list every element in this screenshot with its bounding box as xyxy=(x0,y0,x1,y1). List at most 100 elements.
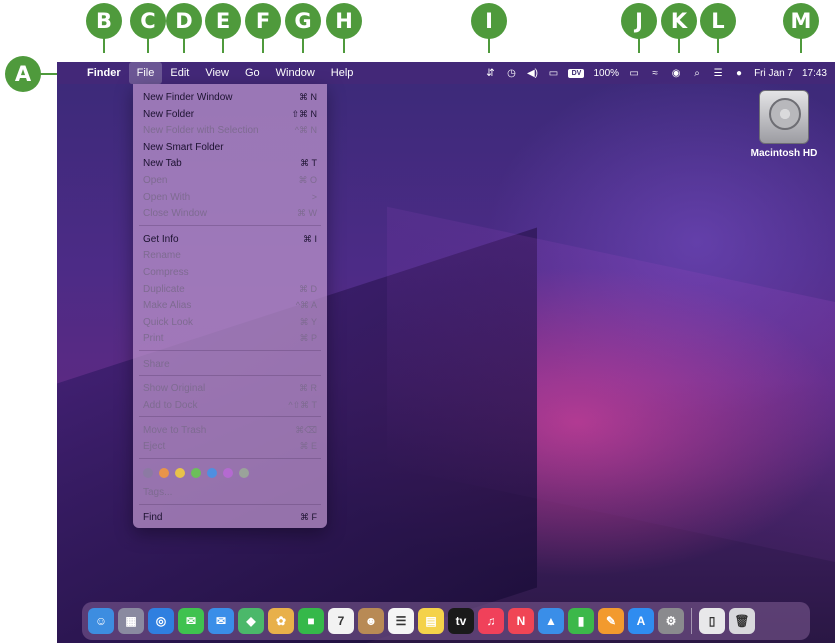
menu-item-eject: Eject ⌘ E xyxy=(143,440,317,452)
menubar-date[interactable]: Fri Jan 7 xyxy=(754,68,793,79)
calendar-app-icon[interactable]: 7 xyxy=(328,608,354,634)
menu-item-open-with: Open With > xyxy=(143,191,317,203)
menu-item-open: Open ⌘ O xyxy=(143,174,317,186)
menu-item-get-info[interactable]: Get Info ⌘ I xyxy=(143,231,317,247)
user-icon[interactable]: ◉ xyxy=(670,68,682,79)
hard-drive-icon xyxy=(759,90,809,144)
tag-color-dots xyxy=(143,468,249,478)
callout-k: K xyxy=(661,3,697,53)
system-preferences-app-icon[interactable]: ⚙ xyxy=(658,608,684,634)
display-icon[interactable]: ▭ xyxy=(547,68,559,79)
desktop-screen: Finder File Edit View Go Window Help ⇵ ◷… xyxy=(57,62,835,643)
menu-item-new-folder-with-selection: New Folder with Selection ^⌘ N xyxy=(143,124,317,136)
menu-item-share: Share xyxy=(143,358,170,370)
callout-l: L xyxy=(700,3,736,53)
contacts-app-icon[interactable]: ☻ xyxy=(358,608,384,634)
finder-app-icon[interactable]: ☺ xyxy=(88,608,114,634)
launchpad-app-icon[interactable]: ▦ xyxy=(118,608,144,634)
reminders-app-icon[interactable]: ☰ xyxy=(388,608,414,634)
menu-item-close-window: Close Window ⌘ W xyxy=(143,207,317,219)
menu-go[interactable]: Go xyxy=(237,62,268,84)
menu-item-add-to-dock: Add to Dock ^⇧⌘ T xyxy=(143,399,317,411)
input-source-icon[interactable]: DV xyxy=(568,68,585,78)
tag-color-dot xyxy=(191,468,201,478)
volume-icon[interactable]: ◀) xyxy=(526,68,538,79)
menu-finder[interactable]: Finder xyxy=(79,62,129,84)
battery-icon[interactable]: ▭ xyxy=(628,68,640,79)
tag-color-dot xyxy=(239,468,249,478)
mail-app-icon[interactable]: ✉ xyxy=(208,608,234,634)
callout-i: I xyxy=(471,3,507,53)
menu-item-duplicate: Duplicate ⌘ D xyxy=(143,283,317,295)
menu-file[interactable]: File xyxy=(128,62,163,84)
callout-f: F xyxy=(245,3,281,53)
menu-item-rename: Rename xyxy=(143,249,181,261)
menu-item-new-folder[interactable]: New Folder ⇧⌘ N xyxy=(143,106,317,122)
menu-item-show-original: Show Original ⌘ R xyxy=(143,382,317,394)
menu-edit[interactable]: Edit xyxy=(162,62,197,84)
wifi-icon[interactable]: ≈ xyxy=(649,68,661,79)
tag-color-dot xyxy=(175,468,185,478)
callout-a: A xyxy=(5,56,59,92)
tv-app-icon[interactable]: tv xyxy=(448,608,474,634)
app-store-app-icon[interactable]: A xyxy=(628,608,654,634)
tag-color-dot xyxy=(143,468,153,478)
facetime-app-icon[interactable]: ■ xyxy=(298,608,324,634)
spotlight-search-icon[interactable]: ⌕ xyxy=(691,68,703,79)
menu-bar: Finder File Edit View Go Window Help ⇵ ◷… xyxy=(57,62,835,84)
macintosh-hd-drive[interactable]: Macintosh HD xyxy=(746,90,822,159)
menu-item-quick-look: Quick Look ⌘ Y xyxy=(143,316,317,328)
notes-app-icon[interactable]: ▤ xyxy=(418,608,444,634)
menu-view[interactable]: View xyxy=(197,62,237,84)
document-stack-icon[interactable]: ▯ xyxy=(699,608,725,634)
control-center-icon[interactable]: ☰ xyxy=(712,68,724,79)
menu-separator xyxy=(139,350,321,351)
menu-separator xyxy=(139,225,321,226)
menu-separator xyxy=(139,416,321,417)
callout-j: J xyxy=(621,3,657,53)
tag-color-dot xyxy=(207,468,217,478)
menu-item-new-tab[interactable]: New Tab ⌘ T xyxy=(143,155,317,171)
numbers-app-icon[interactable]: ▮ xyxy=(568,608,594,634)
apple-menu-icon[interactable] xyxy=(57,62,79,84)
safari-app-icon[interactable]: ◎ xyxy=(148,608,174,634)
menu-separator xyxy=(139,504,321,505)
music-app-icon[interactable]: ♫ xyxy=(478,608,504,634)
callout-m: M xyxy=(783,3,819,53)
menu-separator xyxy=(139,458,321,459)
menu-item-make-alias: Make Alias ^⌘ A xyxy=(143,299,317,311)
callout-b: B xyxy=(86,3,122,53)
news-app-icon[interactable]: N xyxy=(508,608,534,634)
menu-help[interactable]: Help xyxy=(323,62,362,84)
drive-label: Macintosh HD xyxy=(750,148,818,159)
callout-d: D xyxy=(166,3,202,53)
file-menu: New Finder Window ⌘ N New Folder ⇧⌘ N New … xyxy=(133,84,327,528)
menu-item-move-to-trash: Move to Trash ⌘⌫ xyxy=(143,424,317,436)
callout-e: E xyxy=(205,3,241,53)
menu-item-find[interactable]: Find ⌘ F xyxy=(143,509,317,525)
dock: ☺ ▦ ◎ ✉ ✉ ◆ ✿ ■ 7 ☻ ☰ ▤ tv ♫ N ▲ ▮ ✎ A ⚙ ▯ 🗑 xyxy=(82,602,810,640)
menu-separator xyxy=(139,375,321,376)
pages-app-icon[interactable]: ✎ xyxy=(598,608,624,634)
time-machine-icon[interactable]: ◷ xyxy=(505,68,517,79)
callout-c: C xyxy=(130,3,166,53)
maps-app-icon[interactable]: ◆ xyxy=(238,608,264,634)
trash-app-icon[interactable]: 🗑 xyxy=(729,608,755,634)
callout-h: H xyxy=(326,3,362,53)
tag-color-dot xyxy=(159,468,169,478)
menu-item-compress: Compress xyxy=(143,266,189,278)
status-menus: ⇵ ◷ ◀) ▭ DV 100% ▭ ≈ ◉ ⌕ ☰ ● Fri Jan 7 1… xyxy=(484,62,827,84)
menu-item-tags: Tags... xyxy=(143,486,173,498)
bluetooth-scan-icon[interactable]: ⇵ xyxy=(484,68,496,79)
menu-item-print: Print ⌘ P xyxy=(143,332,317,344)
messages-app-icon[interactable]: ✉ xyxy=(178,608,204,634)
keynote-app-icon[interactable]: ▲ xyxy=(538,608,564,634)
dock-divider xyxy=(691,608,692,634)
menu-item-new-finder-window[interactable]: New Finder Window ⌘ N xyxy=(143,89,317,105)
menu-item-new-smart-folder[interactable]: New Smart Folder xyxy=(143,139,317,155)
menubar-time[interactable]: 17:43 xyxy=(802,68,827,79)
tag-color-dot xyxy=(223,468,233,478)
menu-window[interactable]: Window xyxy=(268,62,323,84)
siri-icon[interactable]: ● xyxy=(733,68,745,79)
photos-app-icon[interactable]: ✿ xyxy=(268,608,294,634)
